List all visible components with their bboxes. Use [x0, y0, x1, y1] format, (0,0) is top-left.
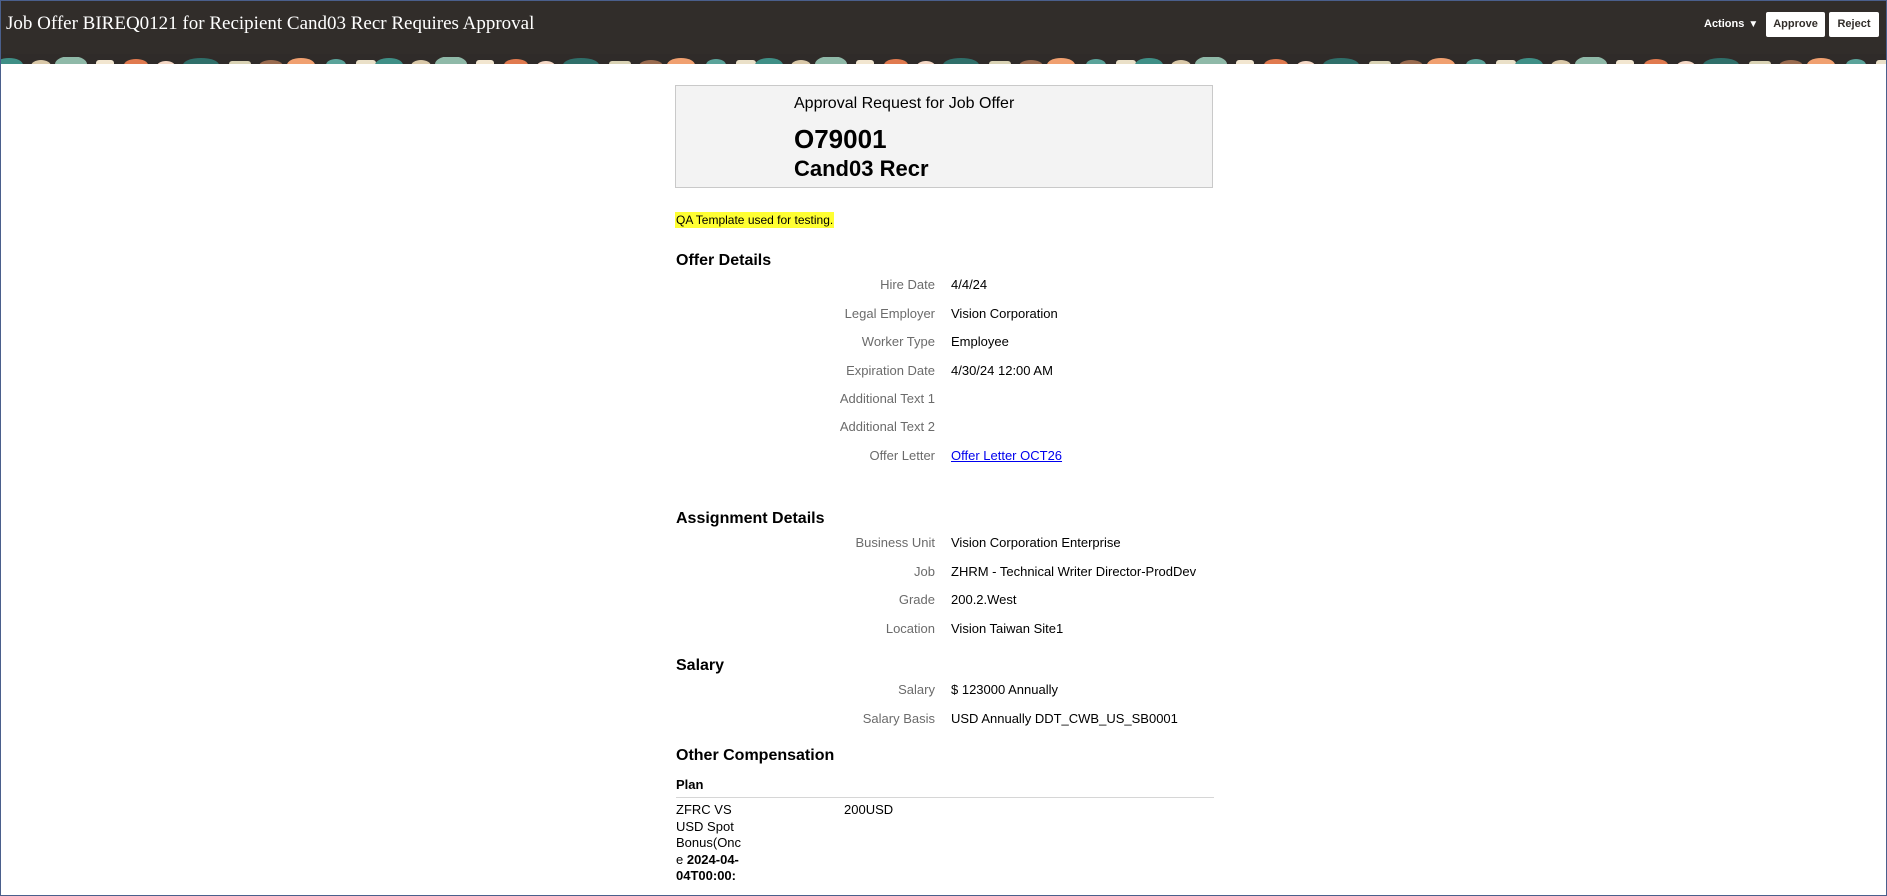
- header-bar: Job Offer BIREQ0121 for Recipient Cand03…: [1, 1, 1886, 54]
- approve-button[interactable]: Approve: [1766, 12, 1825, 37]
- field-expiration-date: Expiration Date 4/30/24 12:00 AM: [1, 363, 1886, 381]
- field-value: 200.2.West: [951, 592, 1017, 607]
- field-label: Expiration Date: [846, 363, 935, 378]
- field-salary: Salary $ 123000 Annually: [1, 682, 1886, 700]
- card-subtitle: Approval Request for Job Offer: [794, 95, 1015, 112]
- field-label: Salary: [898, 682, 935, 697]
- field-label: Worker Type: [861, 334, 935, 349]
- field-label: Location: [885, 621, 935, 636]
- field-label: Grade: [898, 592, 935, 607]
- section-offer-details: Offer Details: [676, 252, 772, 269]
- field-label: Additional Text 1: [839, 391, 935, 406]
- field-job: Job ZHRM - Technical Writer Director-Pro…: [1, 564, 1886, 582]
- actions-menu[interactable]: Actions ▼: [1704, 18, 1758, 30]
- field-grade: Grade 200.2.West: [1, 592, 1886, 610]
- field-label: Legal Employer: [844, 306, 935, 321]
- offer-summary-card: Approval Request for Job Offer O79001 Ca…: [675, 85, 1213, 188]
- field-business-unit: Business Unit Vision Corporation Enterpr…: [1, 535, 1886, 553]
- field-location: Location Vision Taiwan Site1: [1, 621, 1886, 639]
- field-value: Vision Corporation Enterprise: [951, 535, 1121, 550]
- field-additional-text-1: Additional Text 1: [1, 391, 1886, 409]
- field-salary-basis: Salary Basis USD Annually DDT_CWB_US_SB0…: [1, 711, 1886, 729]
- field-label: Additional Text 2: [839, 419, 935, 434]
- decorative-banner: [1, 54, 1886, 64]
- field-worker-type: Worker Type Employee: [1, 334, 1886, 352]
- candidate-name: Cand03 Recr: [794, 156, 929, 181]
- field-label: Salary Basis: [862, 711, 935, 726]
- reject-button[interactable]: Reject: [1829, 12, 1879, 37]
- field-label: Business Unit: [855, 535, 935, 550]
- field-label: Job: [914, 564, 935, 579]
- field-value: Vision Taiwan Site1: [951, 621, 1064, 636]
- offer-id: O79001: [794, 124, 887, 154]
- field-label: Hire Date: [880, 277, 935, 292]
- plan-column-header: Plan: [676, 777, 704, 792]
- table-divider: [676, 797, 1214, 798]
- section-salary: Salary: [676, 657, 725, 674]
- field-value: 4/4/24: [951, 277, 988, 292]
- field-value: USD Annually DDT_CWB_US_SB0001: [951, 711, 1178, 726]
- template-note: QA Template used for testing.: [675, 212, 835, 228]
- approval-page: Job Offer BIREQ0121 for Recipient Cand03…: [0, 0, 1887, 896]
- field-additional-text-2: Additional Text 2: [1, 419, 1886, 437]
- plan-cell: ZFRC VS USD Spot Bonus(Once 2024-04-04T0…: [676, 802, 742, 885]
- field-offer-letter: Offer Letter Offer Letter OCT26: [1, 448, 1886, 466]
- actions-label: Actions: [1704, 18, 1745, 30]
- field-value: Employee: [951, 334, 1009, 349]
- field-value: $ 123000 Annually: [951, 682, 1058, 697]
- field-value: ZHRM - Technical Writer Director-ProdDev: [951, 564, 1197, 579]
- section-other-compensation: Other Compensation: [676, 747, 835, 764]
- field-hire-date: Hire Date 4/4/24: [1, 277, 1886, 295]
- page-title: Job Offer BIREQ0121 for Recipient Cand03…: [6, 13, 535, 34]
- chevron-down-icon: ▼: [1748, 19, 1759, 30]
- banner-pattern: [1, 56, 1886, 64]
- field-value: Vision Corporation: [951, 306, 1058, 321]
- field-legal-employer: Legal Employer Vision Corporation: [1, 306, 1886, 324]
- field-value: 4/30/24 12:00 AM: [951, 363, 1053, 378]
- offer-letter-link[interactable]: Offer Letter OCT26: [951, 448, 1062, 463]
- field-label: Offer Letter: [869, 448, 935, 463]
- plan-amount: 200USD: [844, 802, 894, 817]
- section-assignment-details: Assignment Details: [676, 510, 825, 527]
